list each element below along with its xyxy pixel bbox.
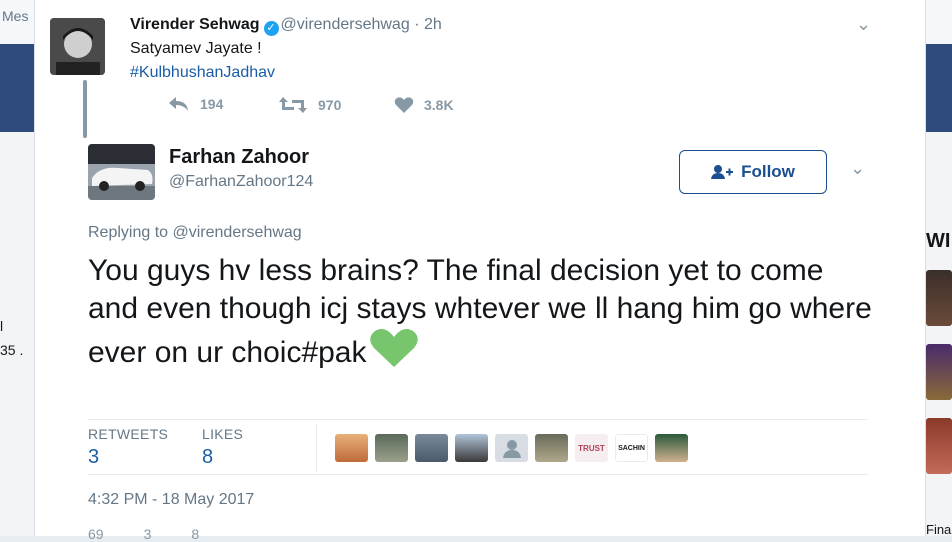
author-handle[interactable]: @virendersehwag [281,16,410,33]
like-count: 3.8K [424,97,454,113]
liker-avatar[interactable] [495,434,528,462]
author-name[interactable]: Farhan Zahoor [169,146,309,169]
chevron-down-icon[interactable]: ⌄ [850,158,865,179]
right-sidebar-partial: WI Fina [924,0,952,537]
thread-connector [83,80,87,138]
verified-badge-icon: ✓ [263,21,279,36]
liker-avatars: TRUST SACHIN [335,434,688,462]
retweets-count[interactable]: 3 [88,446,168,469]
add-user-icon [711,165,734,179]
heart-icon [394,97,414,113]
suggestion-thumb[interactable] [926,270,952,326]
left-sidebar-partial: Mes l 35 . [0,0,34,536]
like-count[interactable]: 8 [191,526,199,542]
liker-avatar[interactable] [535,434,568,462]
follow-button[interactable]: Follow [679,150,827,194]
suggestion-thumb[interactable] [926,418,952,474]
tweet-text: Satyamev Jayate ! [130,40,262,57]
retweet-count[interactable]: 3 [144,526,152,542]
replying-to[interactable]: Replying to @virendersehwag [88,224,302,242]
hashtag-link[interactable]: #KulbhushanJadhav [130,64,275,82]
avatar[interactable] [88,144,155,200]
liker-avatar[interactable] [415,434,448,462]
like-action[interactable]: 3.8K [394,96,454,114]
chevron-down-icon[interactable]: ⌄ [856,14,871,35]
divider [88,419,868,420]
liker-avatar[interactable]: TRUST [575,434,608,462]
liker-avatar[interactable] [655,434,688,462]
retweets-stat[interactable]: RETWEETS 3 [88,426,168,469]
follow-label: Follow [741,162,795,181]
retweets-label: RETWEETS [88,426,169,442]
left-partial-text-2: 35 . [0,342,24,358]
nav-messages-partial[interactable]: Mes [2,8,28,24]
divider [88,474,868,475]
likes-label: LIKES [202,426,244,442]
liker-avatar[interactable]: SACHIN [615,434,648,462]
retweet-icon [279,97,307,113]
author-handle[interactable]: @FarhanZahoor124 [169,173,313,191]
reply-icon [169,97,188,111]
reply-action[interactable]: 194 [168,96,223,112]
author-name[interactable]: Virender Sehwag [130,16,260,33]
right-sidebar-heading-partial: WI [926,230,951,252]
suggestion-thumb[interactable] [926,344,952,400]
retweet-action[interactable]: 970 [278,96,341,114]
tweet-timestamp[interactable]: 4:32 PM - 18 May 2017 [88,491,254,509]
liker-avatar[interactable] [375,434,408,462]
liker-avatar[interactable] [335,434,368,462]
bottom-action-row-partial: 69 3 8 [88,526,199,542]
tweet-text: You guys hv less brains? The final decis… [88,252,878,372]
green-heart-emoji-icon [369,329,418,367]
reply-count: 194 [200,96,224,112]
divider [316,424,317,472]
likes-stat[interactable]: LIKES 8 [202,426,243,469]
tweet-header: Virender Sehwag ✓ @virendersehwag · 2h [130,16,442,36]
tweet-text-content: You guys hv less brains? The final decis… [88,254,872,369]
liker-badge-text: SACHIN [618,444,645,452]
default-user-icon [502,440,521,458]
liker-avatar[interactable] [455,434,488,462]
liker-badge-text: TRUST [578,443,605,453]
retweet-count: 970 [318,97,342,113]
right-partial-text: Fina [926,522,952,537]
tweet-age[interactable]: · 2h [414,16,442,33]
likes-count[interactable]: 8 [202,446,243,469]
reply-count[interactable]: 69 [88,526,104,542]
avatar[interactable] [50,18,105,75]
left-partial-text: l [0,318,4,334]
